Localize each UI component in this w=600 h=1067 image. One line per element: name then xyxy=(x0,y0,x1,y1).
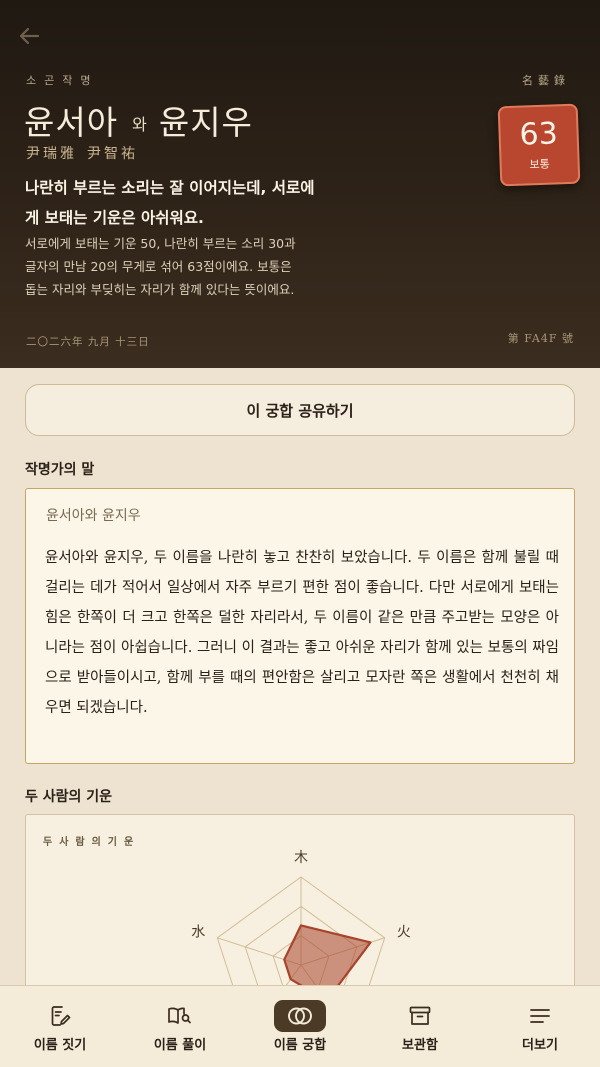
result-summary: 나란히 부르는 소리는 잘 이어지는데, 서로에게 보태는 기운은 아쉬워요. xyxy=(25,179,315,227)
note-heading: 윤서아와 윤지우 xyxy=(46,508,141,524)
nav-item-create[interactable]: 이름 짓기 xyxy=(0,986,120,1067)
nav-label: 보관함 xyxy=(402,1038,438,1053)
menu-lines-icon xyxy=(514,1000,566,1032)
result-detail: 서로에게 보태는 기운 50, 나란히 부르는 소리 30과 글자의 만남 20… xyxy=(25,236,296,297)
pair-names: 윤서아 와 윤지우 xyxy=(24,96,253,144)
score-value: 63 xyxy=(518,116,559,153)
result-serial: 第 FA4F 號 xyxy=(507,332,574,345)
note-card: 윤서아와 윤지우 윤서아와 윤지우, 두 이름을 나란히 놓고 찬찬히 보았습니… xyxy=(25,488,575,764)
note-section-title: 작명가의 말 xyxy=(25,462,95,478)
archive-box-icon xyxy=(394,1000,446,1032)
name-b: 윤지우 xyxy=(158,103,253,142)
bottom-nav: 이름 짓기 이름 풀이 이름 궁합 보관함 더보기 xyxy=(0,985,600,1067)
book-search-icon xyxy=(154,1000,206,1032)
energy-chart-card: 두사람의기운 木火土金水 xyxy=(25,814,575,1014)
note-body: 윤서아와 윤지우, 두 이름을 나란히 놓고 찬찬히 보았습니다. 두 이름은 … xyxy=(45,550,559,716)
nav-label: 이름 궁합 xyxy=(273,1038,327,1053)
radar-axis-label: 木 xyxy=(294,850,308,866)
hanja-a: 尹瑞雅 xyxy=(26,146,77,162)
nav-item-more[interactable]: 더보기 xyxy=(480,986,600,1067)
nav-item-archive[interactable]: 보관함 xyxy=(360,986,480,1067)
nav-label: 이름 짓기 xyxy=(33,1038,87,1053)
seal-tag: 名藝錄 xyxy=(522,74,570,87)
pair-hanja: 尹瑞雅 尹智祐 xyxy=(26,143,138,163)
name-connector: 와 xyxy=(132,115,147,134)
back-arrow-icon[interactable] xyxy=(16,22,44,50)
name-a: 윤서아 xyxy=(24,103,119,142)
share-button[interactable]: 이 궁합 공유하기 xyxy=(25,384,575,436)
energy-section-title: 두 사람의 기운 xyxy=(25,789,113,805)
pencil-note-icon xyxy=(34,1000,86,1032)
result-date: 二〇二六年 九月 十三日 xyxy=(26,336,150,348)
result-header: 소곤작명 名藝錄 윤서아 와 윤지우 尹瑞雅 尹智祐 나란히 부르는 소리는 잘 이어… xyxy=(0,0,600,368)
nav-item-analyze[interactable]: 이름 풀이 xyxy=(120,986,240,1067)
hanja-b: 尹智祐 xyxy=(87,146,138,162)
radar-axis-label: 火 xyxy=(397,925,411,941)
nav-label: 더보기 xyxy=(522,1038,558,1053)
score-stamp: 63 보통 xyxy=(497,103,581,187)
rings-icon xyxy=(274,1000,326,1032)
nav-label: 이름 풀이 xyxy=(153,1038,207,1053)
brand-subtag: 소곤작명 xyxy=(26,74,99,87)
score-label: 보통 xyxy=(529,157,551,172)
nav-item-match[interactable]: 이름 궁합 xyxy=(240,986,360,1067)
radar-axis-label: 水 xyxy=(191,925,205,941)
